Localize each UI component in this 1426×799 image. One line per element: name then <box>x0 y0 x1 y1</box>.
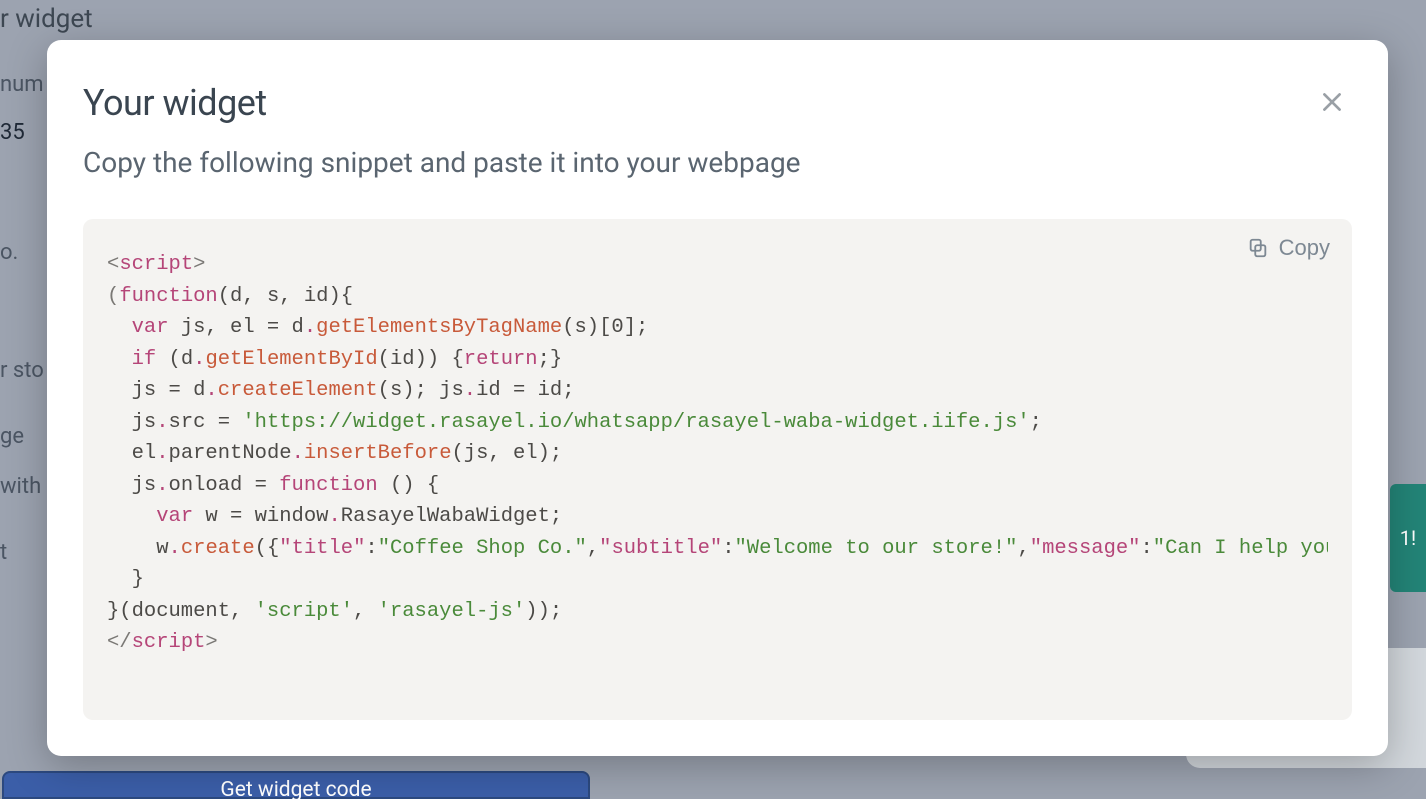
bg-label-o: o. <box>0 240 18 265</box>
close-button[interactable] <box>1312 82 1352 122</box>
bg-label-t: t <box>0 540 7 565</box>
bg-value-35: 35 <box>0 120 25 145</box>
copy-label: Copy <box>1279 235 1330 261</box>
copy-icon <box>1247 237 1269 259</box>
bg-label-num: num <box>0 72 44 97</box>
code-block: Copy <script> (function(d, s, id){ var j… <box>83 219 1352 720</box>
copy-button[interactable]: Copy <box>1247 235 1330 261</box>
bg-label-ge: ge <box>0 424 24 449</box>
bg-label-sto: r sto <box>0 358 44 383</box>
close-icon <box>1319 89 1345 115</box>
modal-title: Your widget <box>83 82 267 124</box>
modal-header: Your widget <box>83 82 1352 124</box>
get-widget-code-button[interactable]: Get widget code <box>2 771 590 799</box>
bg-side-teal: 1! <box>1390 484 1426 592</box>
code-snippet[interactable]: <script> (function(d, s, id){ var js, el… <box>107 249 1328 710</box>
bg-label-with: with <box>0 474 41 499</box>
bg-title-fragment: r widget <box>0 4 93 34</box>
modal-subtitle: Copy the following snippet and paste it … <box>83 146 1352 179</box>
widget-code-modal: Your widget Copy the following snippet a… <box>47 40 1388 756</box>
